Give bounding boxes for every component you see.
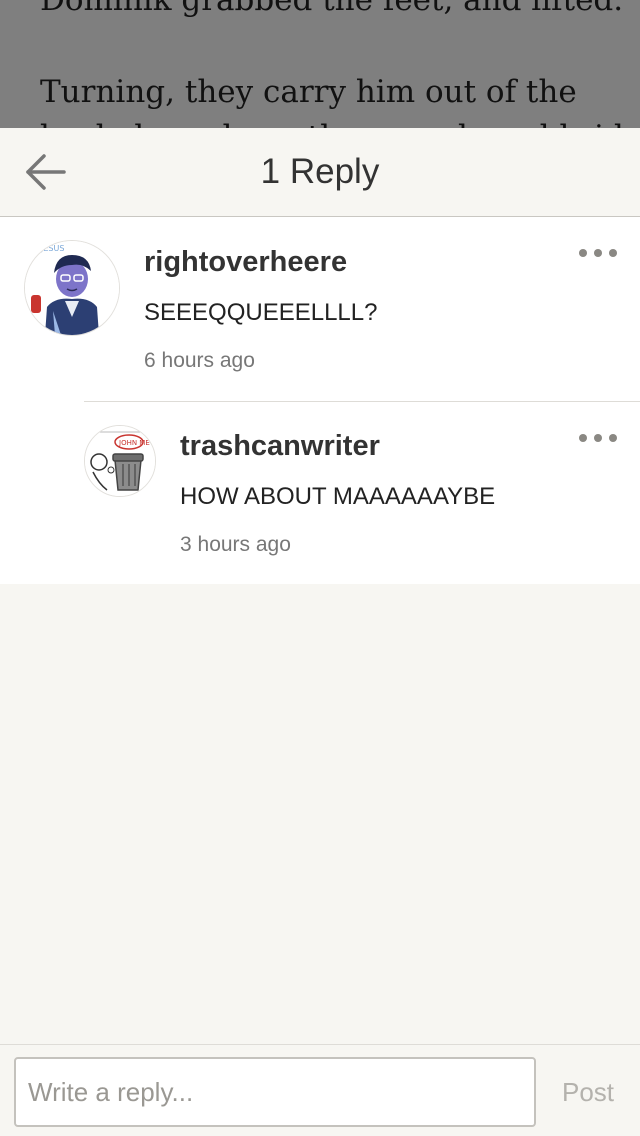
reply-composer: Post [0, 1044, 640, 1136]
user-avatar[interactable]: JOHN ME [84, 425, 156, 497]
comment-item: JESUS rightoverheere SEEEQQUEEELLLL? 6 h… [0, 217, 640, 401]
reply-header: 1 Reply [0, 128, 640, 217]
avatar-image: JESUS [25, 241, 119, 335]
comment-timestamp: 6 hours ago [144, 349, 255, 372]
avatar-scribble: JOHN ME [118, 439, 150, 447]
reply-item: JOHN ME trashcanwriter HOW ABOUT MAAAAAA… [84, 401, 640, 585]
user-avatar[interactable]: JESUS [24, 240, 120, 336]
comment-thread: JESUS rightoverheere SEEEQQUEEELLLL? 6 h… [0, 217, 640, 584]
comment-timestamp: 3 hours ago [180, 533, 291, 556]
story-line: Turning, they carry him out of the [40, 74, 577, 110]
more-dots-icon [579, 249, 617, 257]
comment-username[interactable]: rightoverheere [144, 244, 347, 280]
story-background: Dominik grabbed the feet, and lifted. Tu… [0, 0, 640, 128]
more-dots-icon [579, 434, 617, 442]
more-options-button[interactable] [576, 426, 620, 450]
more-options-button[interactable] [576, 241, 620, 265]
story-line: back door, down the worn board bridge [40, 117, 640, 128]
avatar-image: JOHN ME [85, 426, 155, 496]
reply-screen: Dominik grabbed the feet, and lifted. Tu… [0, 0, 640, 1136]
page-title: 1 Reply [260, 152, 380, 191]
post-button[interactable]: Post [548, 1057, 628, 1127]
story-line: Dominik grabbed the feet, and lifted. [40, 0, 624, 18]
comment-username[interactable]: trashcanwriter [180, 428, 380, 464]
comment-text: HOW ABOUT MAAAAAAYBE [180, 483, 496, 510]
reply-input[interactable] [14, 1057, 536, 1127]
avatar-scribble: JESUS [40, 244, 64, 253]
comment-text: SEEEQQUEEELLLL? [144, 299, 378, 326]
